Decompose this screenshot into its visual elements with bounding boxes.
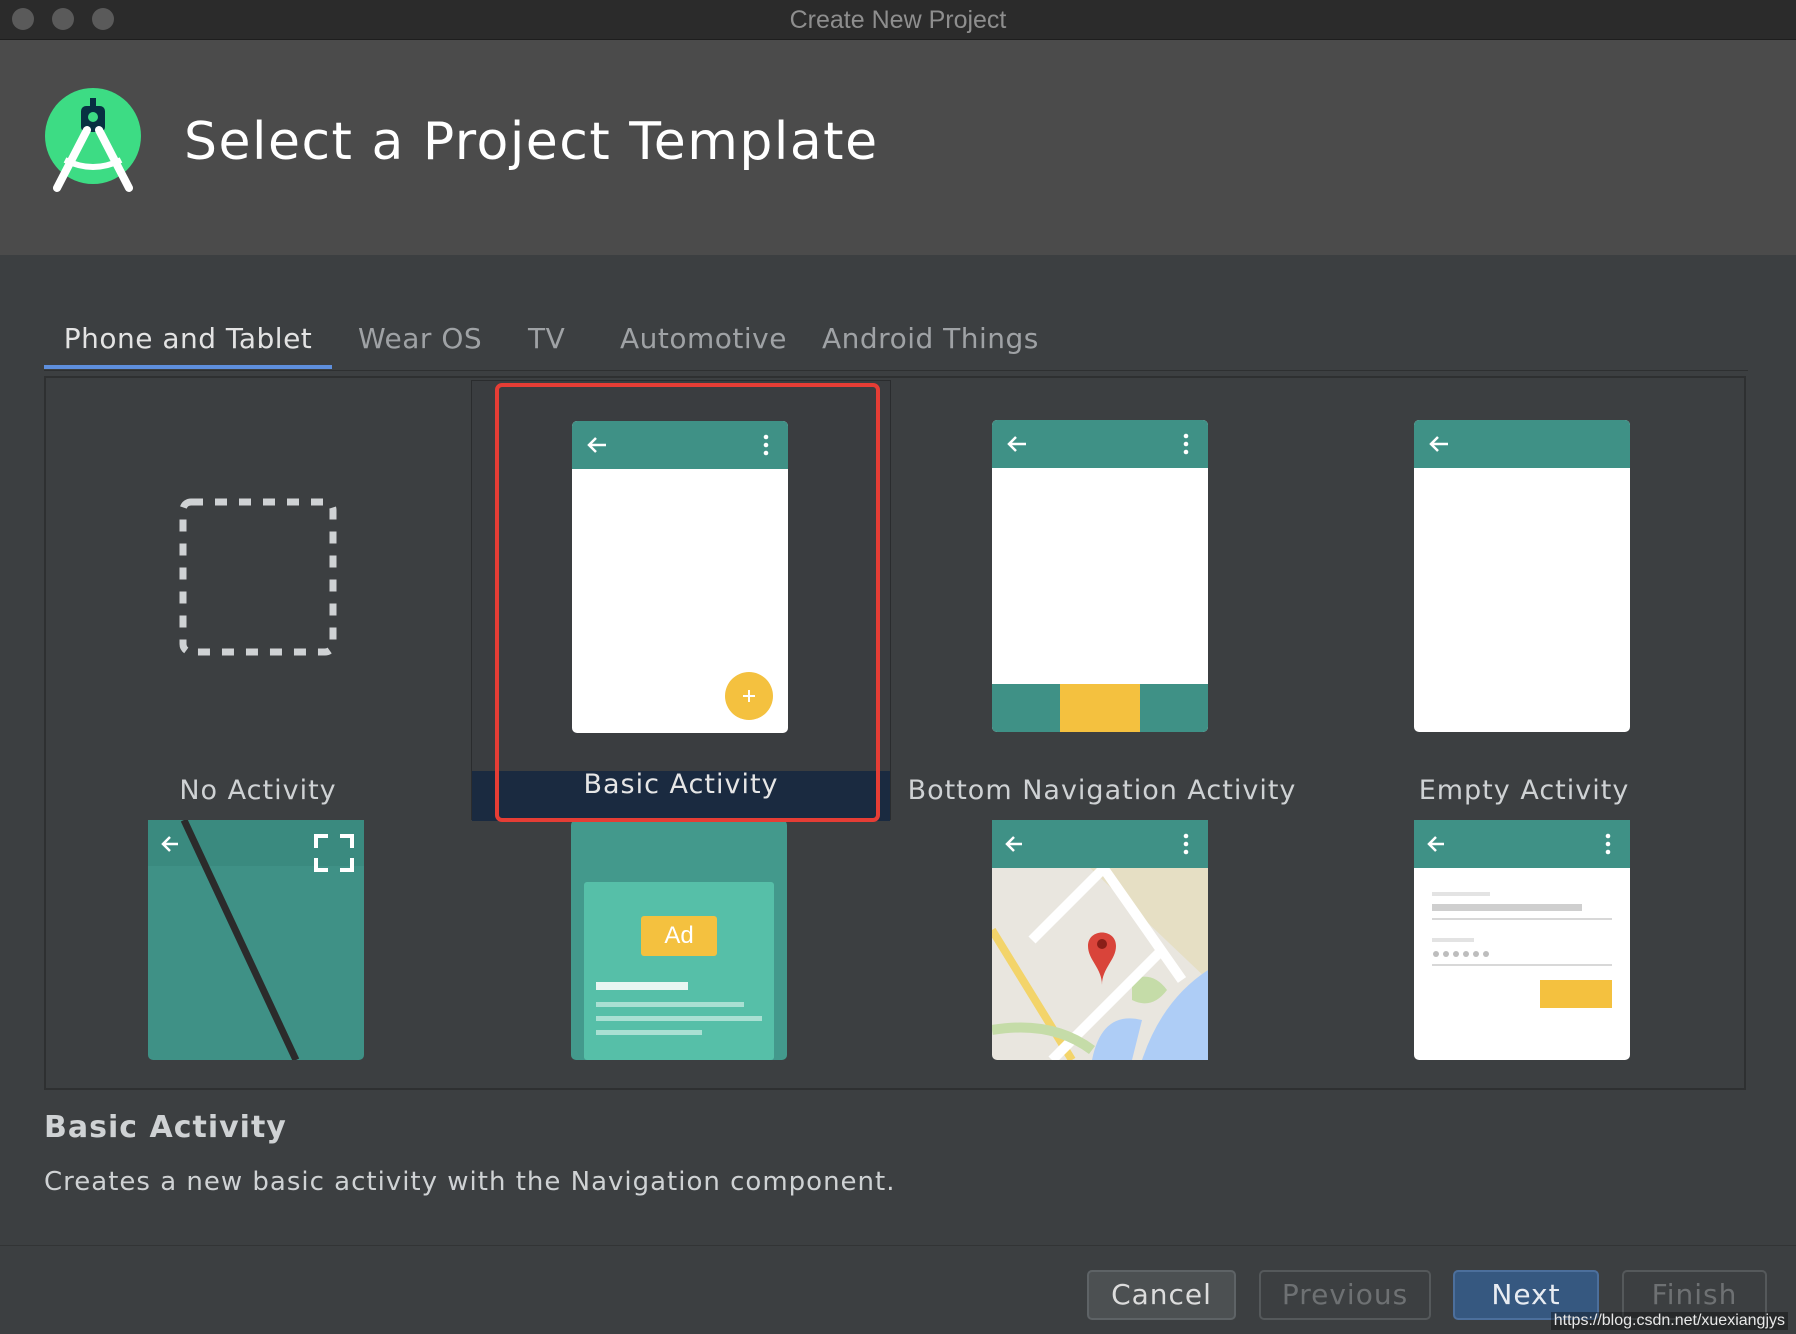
template-bottom-navigation-activity[interactable]: Bottom Navigation Activity xyxy=(892,380,1312,820)
template-no-activity[interactable]: No Activity xyxy=(48,380,468,820)
tab-phone-and-tablet[interactable]: Phone and Tablet xyxy=(44,315,332,369)
template-empty-activity[interactable]: Empty Activity xyxy=(1314,380,1734,820)
cancel-button[interactable]: Cancel xyxy=(1087,1270,1236,1320)
ad-line xyxy=(596,1002,744,1007)
template-label: Empty Activity xyxy=(1418,775,1630,806)
bottom-navigation-preview xyxy=(992,420,1208,732)
template-maps-activity[interactable] xyxy=(892,820,1312,1088)
bottom-navigation-active-item xyxy=(1060,684,1140,732)
window-titlebar: Create New Project xyxy=(0,0,1796,40)
template-label: No Activity xyxy=(179,775,337,806)
fullscreen-activity-preview xyxy=(148,820,364,1060)
bottom-navigation-bar xyxy=(992,684,1208,732)
tabs-divider xyxy=(44,370,1748,371)
login-activity-preview xyxy=(1414,820,1630,1060)
window-title: Create New Project xyxy=(789,6,1007,34)
tab-automotive[interactable]: Automotive xyxy=(620,315,787,369)
tab-android-things[interactable]: Android Things xyxy=(822,315,1039,369)
selection-highlight-outline xyxy=(495,383,880,822)
ad-card: Ad xyxy=(584,882,774,1060)
template-fullscreen-activity[interactable] xyxy=(48,820,468,1088)
template-description-title: Basic Activity xyxy=(44,1110,287,1145)
watermark-url: https://blog.csdn.net/xuexiangjys xyxy=(1550,1312,1788,1330)
previous-button[interactable]: Previous xyxy=(1259,1270,1431,1320)
template-description-text: Creates a new basic activity with the Na… xyxy=(44,1167,896,1197)
admob-preview: Ad xyxy=(571,820,787,1060)
ad-line xyxy=(596,1016,762,1021)
template-label: Bottom Navigation Activity xyxy=(907,775,1297,806)
empty-activity-preview xyxy=(1414,420,1630,732)
android-studio-logo-icon xyxy=(45,88,141,192)
back-arrow-icon xyxy=(1007,436,1026,452)
ad-line xyxy=(596,1030,702,1035)
maps-activity-preview xyxy=(992,820,1208,1060)
template-admob-activity[interactable]: Ad xyxy=(471,820,891,1088)
back-arrow-icon xyxy=(1429,436,1448,452)
tab-wear-os[interactable]: Wear OS xyxy=(358,315,482,369)
ad-line xyxy=(596,982,688,990)
dashed-square-icon xyxy=(179,498,337,656)
template-login-activity[interactable] xyxy=(1314,820,1734,1088)
dialog-header: Select a Project Template xyxy=(0,40,1796,255)
template-gallery[interactable]: No Activity Basic Activity Bottom Naviga… xyxy=(44,376,1746,1090)
more-vert-icon xyxy=(1183,433,1189,455)
page-title: Select a Project Template xyxy=(184,112,879,172)
tab-tv[interactable]: TV xyxy=(528,315,565,369)
ad-badge: Ad xyxy=(641,916,717,956)
